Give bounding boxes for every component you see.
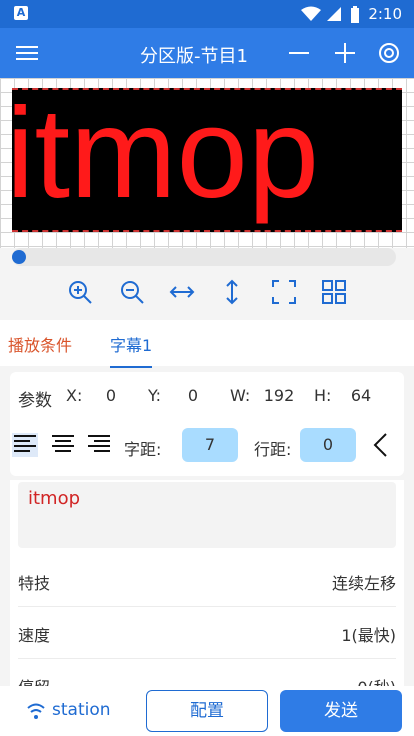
menu-icon[interactable] xyxy=(12,38,42,68)
grid-view-icon[interactable] xyxy=(320,278,348,306)
send-button[interactable]: 发送 xyxy=(280,690,402,732)
station-label[interactable]: station xyxy=(52,700,111,720)
w-input[interactable]: 192 xyxy=(248,386,310,405)
effect-value[interactable]: 连续左移 xyxy=(332,570,396,594)
align-center-icon[interactable] xyxy=(50,432,76,458)
h-input[interactable]: 64 xyxy=(330,386,392,405)
char-spacing-input[interactable]: 7 xyxy=(182,428,238,462)
fit-width-icon[interactable] xyxy=(168,278,196,306)
bottom-bar: station 配置 发送 xyxy=(0,686,414,736)
wifi-icon xyxy=(27,703,45,719)
x-input[interactable]: 0 xyxy=(82,386,140,405)
section-tabs: 播放条件 字幕1 xyxy=(0,320,414,368)
line-spacing-input[interactable]: 0 xyxy=(300,428,356,462)
fit-height-icon[interactable] xyxy=(218,278,246,306)
playback-slider[interactable] xyxy=(12,248,396,266)
subtitle-editor: itmop 特技 连续左移 速度 1(最快) 停留 0(秒) xyxy=(10,480,404,711)
subtitle-text: itmop xyxy=(28,488,81,509)
signal-icon xyxy=(327,7,341,21)
zoom-out-icon[interactable] xyxy=(118,278,146,306)
tab-subtitle-1[interactable]: 字幕1 xyxy=(110,332,153,368)
slider-knob[interactable] xyxy=(12,250,26,264)
app-bar: 分区版-节目1 xyxy=(0,28,414,78)
chevron-left-icon[interactable] xyxy=(372,432,390,458)
params-panel: 参数 X: 0 Y: 0 W: 192 H: 64 字距: 7 行距: 0 xyxy=(10,372,404,476)
plus-icon[interactable] xyxy=(330,38,360,68)
battery-icon xyxy=(351,6,359,23)
y-input[interactable]: 0 xyxy=(164,386,222,405)
line-spacing-label: 行距: xyxy=(254,440,292,459)
align-left-icon[interactable] xyxy=(12,432,38,458)
effect-label: 特技 xyxy=(18,574,51,593)
led-text: itmop xyxy=(6,82,319,225)
led-screen: itmop xyxy=(6,84,402,232)
subtitle-text-input[interactable]: itmop xyxy=(18,482,396,548)
minus-icon[interactable] xyxy=(284,38,314,68)
effect-row[interactable]: 特技 连续左移 xyxy=(18,554,396,607)
status-bar: A 2:10 xyxy=(0,0,414,28)
speed-row[interactable]: 速度 1(最快) xyxy=(18,606,396,659)
led-preview[interactable]: itmop xyxy=(0,78,414,248)
preview-toolbar xyxy=(0,272,414,312)
notification-badge-icon: A xyxy=(14,6,28,20)
config-button[interactable]: 配置 xyxy=(146,690,268,732)
char-spacing-label: 字距: xyxy=(124,440,162,459)
page-title: 分区版-节目1 xyxy=(140,46,248,67)
speed-label: 速度 xyxy=(18,626,51,645)
zoom-in-icon[interactable] xyxy=(66,278,94,306)
speed-value[interactable]: 1(最快) xyxy=(341,622,396,646)
x-label: X: xyxy=(66,386,83,405)
h-label: H: xyxy=(314,386,332,405)
tab-play-conditions[interactable]: 播放条件 xyxy=(8,332,72,356)
align-right-icon[interactable] xyxy=(86,432,112,458)
params-label: 参数 xyxy=(18,391,52,411)
fullscreen-icon[interactable] xyxy=(270,278,298,306)
clock: 2:10 xyxy=(368,5,402,23)
wifi-icon xyxy=(301,6,321,21)
gear-icon[interactable] xyxy=(374,38,404,68)
y-label: Y: xyxy=(148,386,162,405)
